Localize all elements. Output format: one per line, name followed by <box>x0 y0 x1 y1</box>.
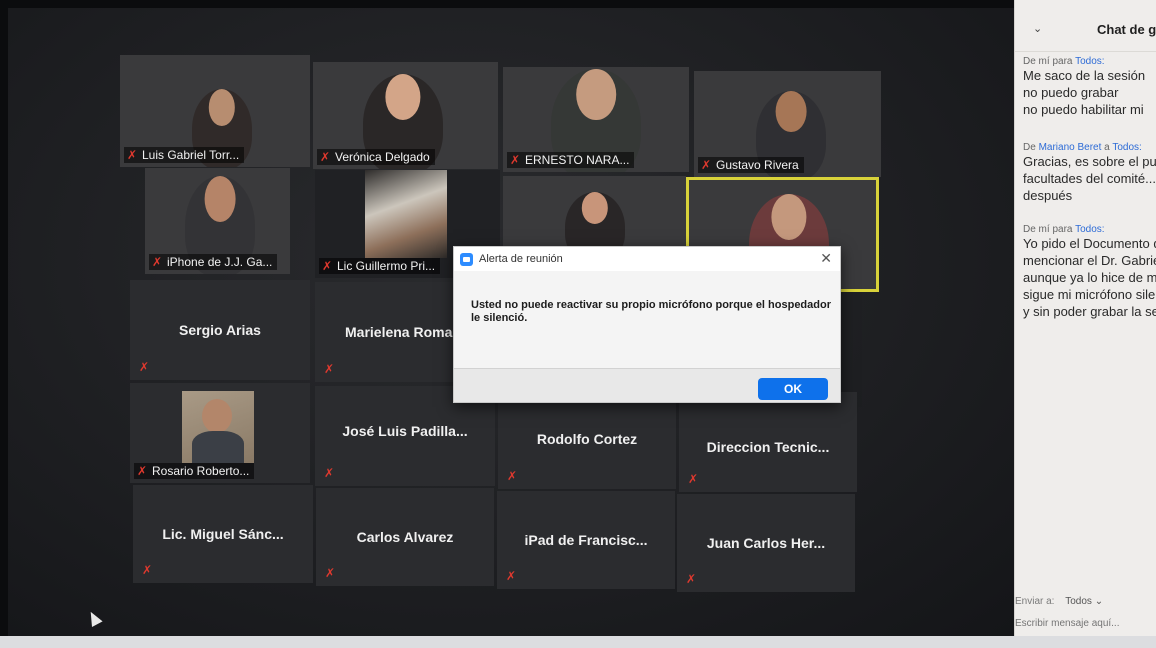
participant-name: iPad de Francisc... <box>524 532 648 548</box>
chat-recipient[interactable]: Todos: <box>1075 224 1104 235</box>
ok-button[interactable]: OK <box>758 378 828 400</box>
participant-avatar <box>182 391 254 463</box>
participant-tile[interactable] <box>503 176 686 250</box>
muted-mic-icon: ✗ <box>126 147 138 162</box>
participant-tile[interactable]: ✗ ERNESTO NARA... <box>503 67 689 172</box>
participant-name: Lic Guillermo Pri... <box>337 259 436 273</box>
send-to-value-text: Todos <box>1065 596 1092 607</box>
participant-tile[interactable]: ✗ iPhone de J.J. Ga... <box>145 168 290 274</box>
participant-name-tag: ✗ Lic Guillermo Pri... <box>319 258 441 274</box>
muted-mic-icon: ✗ <box>323 362 335 376</box>
participant-name: Marielena Roma <box>345 324 453 340</box>
muted-mic-icon: ✗ <box>323 466 335 480</box>
chat-message-input[interactable] <box>1015 618 1156 629</box>
participant-name: Verónica Delgado <box>335 150 430 164</box>
participant-name-tag: ✗ Gustavo Rivera <box>698 157 804 173</box>
participant-name: iPhone de J.J. Ga... <box>167 255 273 269</box>
participant-name-tag: ✗ iPhone de J.J. Ga... <box>149 254 278 270</box>
participant-tile[interactable]: iPad de Francisc... ✗ <box>497 491 675 589</box>
participant-name-tag: ✗ Verónica Delgado <box>317 149 435 165</box>
participant-name: Gustavo Rivera <box>716 158 799 172</box>
send-to-label: Enviar a: <box>1015 596 1055 607</box>
chat-line: aunque ya lo hice de ma <box>1023 270 1156 285</box>
muted-mic-icon: ✗ <box>141 563 153 577</box>
muted-mic-icon: ✗ <box>319 149 331 164</box>
monitor-bezel <box>0 636 1156 648</box>
meeting-alert-dialog: Alerta de reunión ✕ Usted no puede react… <box>453 246 841 403</box>
chat-title: Chat de g <box>1097 22 1156 37</box>
chat-sender: De mí para <box>1023 56 1073 67</box>
muted-mic-icon: ✗ <box>324 566 336 580</box>
send-to-selector[interactable]: Enviar a: Todos ⌄ <box>1015 596 1103 607</box>
chat-line: Yo pido el Documento q <box>1023 236 1156 251</box>
participant-name: Luis Gabriel Torr... <box>142 148 240 162</box>
participant-tile[interactable]: ✗ Rosario Roberto... <box>130 383 310 483</box>
muted-mic-icon: ✗ <box>151 254 163 269</box>
dialog-footer: OK <box>454 368 840 402</box>
dialog-message: Usted no puede reactivar su propio micró… <box>471 299 831 324</box>
muted-mic-icon: ✗ <box>687 472 699 486</box>
participant-name: José Luis Padilla... <box>342 423 468 439</box>
participant-tile[interactable]: ✗ Gustavo Rivera <box>694 71 881 177</box>
chevron-down-icon: ⌄ <box>1094 596 1104 607</box>
participant-tile[interactable]: Sergio Arias ✗ <box>130 280 310 380</box>
chat-line: Gracias, es sobre el pur <box>1023 154 1156 169</box>
close-icon[interactable]: ✕ <box>820 250 832 267</box>
participant-name: Rodolfo Cortez <box>536 431 638 447</box>
chat-sender: De mí para <box>1023 224 1073 235</box>
chat-line: mencionar el Dr. Gabriel <box>1023 253 1156 268</box>
muted-mic-icon: ✗ <box>506 469 518 483</box>
chat-line: después <box>1023 188 1073 203</box>
muted-mic-icon: ✗ <box>509 152 521 167</box>
chat-line: Me saco de la sesión <box>1023 68 1146 83</box>
participant-name: Lic. Miguel Sánc... <box>162 526 284 542</box>
chat-sender-prefix: De <box>1023 142 1036 153</box>
muted-mic-icon: ✗ <box>136 463 148 478</box>
send-to-value[interactable]: Todos ⌄ <box>1065 596 1103 607</box>
participant-name: ERNESTO NARA... <box>525 153 630 167</box>
participant-tile[interactable]: Carlos Alvarez ✗ <box>316 488 494 586</box>
chat-message: De mí para Todos: Yo pido el Documento q… <box>1023 224 1156 320</box>
participant-name: Direccion Tecnic... <box>706 439 830 455</box>
participant-name-tag: ✗ Luis Gabriel Torr... <box>124 147 245 163</box>
muted-mic-icon: ✗ <box>685 572 697 586</box>
muted-mic-icon: ✗ <box>321 258 333 273</box>
participant-tile[interactable]: Juan Carlos Her... ✗ <box>677 494 855 592</box>
chat-recipient[interactable]: Todos: <box>1075 56 1104 67</box>
participant-name-tag: ✗ ERNESTO NARA... <box>507 152 635 168</box>
participant-name: Carlos Alvarez <box>356 529 454 545</box>
dialog-title: Alerta de reunión <box>479 253 563 265</box>
chat-line: facultades del comité... <box>1023 171 1156 186</box>
muted-mic-icon: ✗ <box>505 569 517 583</box>
muted-mic-icon: ✗ <box>700 157 712 172</box>
participant-tile[interactable]: Lic. Miguel Sánc... ✗ <box>133 485 313 583</box>
participant-name: Juan Carlos Her... <box>706 535 826 551</box>
participant-tile[interactable]: Rodolfo Cortez ✗ <box>498 389 676 489</box>
chevron-down-icon[interactable]: ⌄ <box>1033 22 1042 35</box>
participant-tile[interactable]: Marielena Roma ✗ <box>315 282 455 382</box>
chat-recipient[interactable]: Todos: <box>1112 142 1141 153</box>
participant-name-tag: ✗ Rosario Roberto... <box>134 463 255 479</box>
participant-tile[interactable]: ✗ Verónica Delgado <box>313 62 498 169</box>
chat-sender-joiner: a <box>1104 142 1110 153</box>
chat-header: ⌄ Chat de g <box>1015 0 1156 52</box>
chat-message: De Mariano Beret a Todos: Gracias, es so… <box>1023 142 1156 204</box>
dialog-titlebar: Alerta de reunión ✕ <box>454 247 840 271</box>
participant-name: Rosario Roberto... <box>152 464 250 478</box>
chat-line: sigue mi micrófono silenc <box>1023 287 1156 302</box>
chat-message: De mí para Todos: Me saco de la sesión n… <box>1023 56 1156 118</box>
participant-tile[interactable]: Direccion Tecnic... ✗ <box>679 392 857 492</box>
muted-mic-icon: ✗ <box>138 360 150 374</box>
zoom-logo-icon <box>460 252 473 266</box>
chat-line: no puedo grabar <box>1023 85 1119 100</box>
chat-line: y sin poder grabar la sesi <box>1023 304 1156 319</box>
participant-name: Sergio Arias <box>179 322 261 338</box>
chat-sender[interactable]: Mariano Beret <box>1039 142 1102 153</box>
participant-tile[interactable]: ✗ Luis Gabriel Torr... <box>120 55 310 167</box>
chat-panel: ⌄ Chat de g De mí para Todos: Me saco de… <box>1014 0 1156 636</box>
chat-line: no puedo habilitar mi <box>1023 102 1144 117</box>
